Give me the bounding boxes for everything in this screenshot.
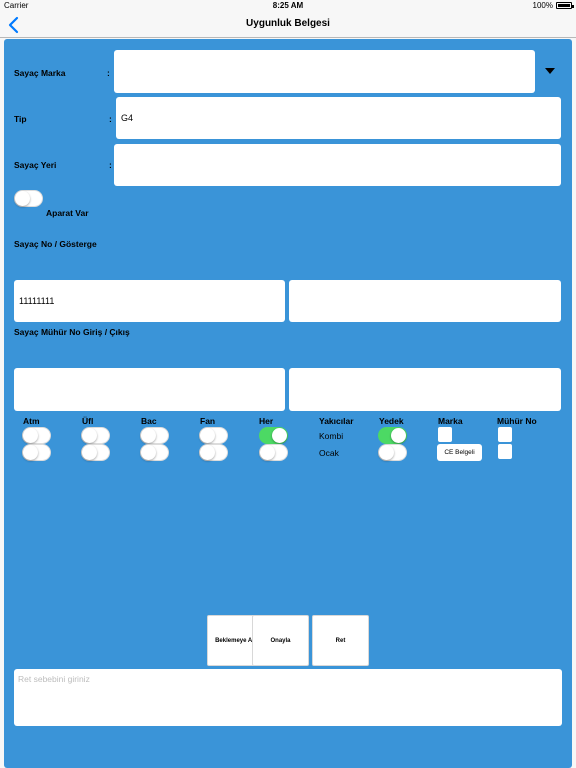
toggle-knob	[23, 428, 38, 443]
atm-header: Atm	[23, 416, 40, 426]
muhur-no-checkbox-ocak[interactable]	[498, 444, 512, 459]
status-bar: Carrier 8:25 AM 100%	[0, 0, 576, 12]
fan-header: Fan	[200, 416, 216, 426]
marka-header: Marka	[438, 416, 463, 426]
toggle-knob	[15, 191, 30, 206]
ufl-toggle-ocak[interactable]	[81, 444, 110, 461]
fan-toggle-kombi[interactable]	[199, 427, 228, 444]
page-title: Uygunluk Belgesi	[246, 18, 330, 29]
sayac-marka-colon: :	[107, 68, 110, 78]
sayac-marka-input[interactable]	[114, 50, 535, 93]
toggle-knob	[82, 445, 97, 460]
toggle-knob	[200, 445, 215, 460]
atm-toggle-ocak[interactable]	[22, 444, 51, 461]
toggle-knob	[391, 428, 406, 443]
muhur-no-header: Mühür No	[497, 416, 537, 426]
ret-button[interactable]: Ret	[312, 615, 369, 666]
onayla-button[interactable]: Onayla	[252, 615, 309, 666]
clock: 8:25 AM	[272, 1, 304, 10]
yedek-toggle-kombi[interactable]	[378, 427, 407, 444]
ufl-toggle-kombi[interactable]	[81, 427, 110, 444]
her-header: Her	[259, 416, 274, 426]
battery-icon	[556, 2, 574, 9]
toggle-knob	[260, 445, 275, 460]
bac-toggle-kombi[interactable]	[140, 427, 169, 444]
battery-percent: 100%	[532, 1, 553, 10]
sayac-no-input[interactable]	[14, 280, 285, 322]
toggle-knob	[141, 428, 156, 443]
muhur-label: Sayaç Mühür No Giriş / Çıkış	[14, 327, 130, 337]
muhur-giris-input[interactable]	[14, 368, 285, 411]
toggle-knob	[23, 445, 38, 460]
yedek-header: Yedek	[379, 416, 404, 426]
tip-label: Tip	[14, 114, 27, 124]
gosterge-input[interactable]	[289, 280, 561, 322]
navigation-bar: Uygunluk Belgesi	[0, 12, 576, 38]
toggle-knob	[272, 428, 287, 443]
kombi-label: Kombi	[319, 431, 344, 441]
her-toggle-ocak[interactable]	[259, 444, 288, 461]
sayac-yeri-colon: :	[109, 160, 112, 170]
battery-indicator: 100%	[532, 1, 574, 10]
sayac-yeri-label: Sayaç Yeri	[14, 160, 57, 170]
atm-toggle-kombi[interactable]	[22, 427, 51, 444]
yakicilar-header: Yakıcılar	[319, 416, 354, 426]
sayac-marka-label: Sayaç Marka	[14, 68, 66, 78]
her-toggle-kombi[interactable]	[259, 427, 288, 444]
bac-toggle-ocak[interactable]	[140, 444, 169, 461]
ret-reason-input[interactable]	[14, 669, 562, 726]
toggle-knob	[200, 428, 215, 443]
ufl-header: Üfl	[82, 416, 94, 426]
tip-input[interactable]	[116, 97, 561, 139]
sayac-no-label: Sayaç No / Gösterge	[14, 239, 97, 249]
toggle-knob	[82, 428, 97, 443]
toggle-knob	[379, 445, 394, 460]
yedek-toggle-ocak[interactable]	[378, 444, 407, 461]
marka-checkbox-kombi[interactable]	[438, 427, 452, 442]
aparat-var-label: Aparat Var	[46, 208, 89, 218]
muhur-cikis-input[interactable]	[289, 368, 561, 411]
form-container: Sayaç Marka : Tip : Sayaç Yeri : Aparat …	[4, 39, 572, 768]
ocak-label: Ocak	[319, 448, 339, 458]
fan-toggle-ocak[interactable]	[199, 444, 228, 461]
ce-belgeli-button[interactable]: CE Belgeli	[437, 444, 482, 461]
toggle-knob	[141, 445, 156, 460]
aparat-toggle[interactable]	[14, 190, 43, 207]
sayac-yeri-input[interactable]	[114, 144, 561, 186]
bac-header: Bac	[141, 416, 157, 426]
muhur-no-checkbox-kombi[interactable]	[498, 427, 512, 442]
tip-colon: :	[109, 114, 112, 124]
dropdown-arrow-icon[interactable]	[545, 68, 555, 74]
